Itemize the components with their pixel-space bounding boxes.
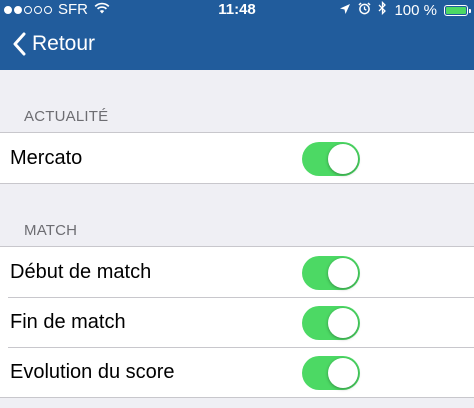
navigation-bar: Retour bbox=[0, 20, 474, 70]
setting-row-fin-de-match: Fin de match bbox=[0, 297, 474, 347]
section-header-actualite: ACTUALITÉ bbox=[24, 108, 109, 125]
back-button-label: Retour bbox=[32, 32, 96, 55]
toggle-knob bbox=[328, 144, 358, 174]
fin-de-match-toggle[interactable] bbox=[302, 306, 360, 340]
toggle-knob bbox=[328, 258, 358, 288]
signal-dot bbox=[44, 5, 52, 14]
battery-percent: 100 % bbox=[394, 1, 437, 19]
back-button[interactable]: Retour bbox=[12, 32, 95, 56]
debut-de-match-toggle[interactable] bbox=[302, 256, 360, 290]
setting-label: Fin de match bbox=[10, 311, 126, 333]
settings-screen: SFR 11:48 100 % Retour ACTUALITÉ Mercato… bbox=[0, 0, 474, 408]
evolution-du-score-toggle[interactable] bbox=[302, 356, 360, 390]
section-header-match: MATCH bbox=[24, 222, 78, 239]
wifi-icon bbox=[94, 1, 110, 18]
status-bar: SFR 11:48 100 % bbox=[0, 0, 474, 20]
signal-dot bbox=[24, 5, 32, 14]
bluetooth-icon bbox=[378, 0, 387, 19]
toggle-knob bbox=[328, 358, 358, 388]
battery-icon bbox=[444, 4, 471, 16]
status-bar-right: 100 % bbox=[339, 0, 471, 19]
settings-group-actualite: Mercato bbox=[0, 132, 474, 184]
setting-row-debut-de-match: Début de match bbox=[0, 247, 474, 297]
signal-dot bbox=[34, 5, 42, 14]
carrier-name: SFR bbox=[58, 1, 88, 18]
setting-row-mercato: Mercato bbox=[0, 133, 474, 183]
mercato-toggle[interactable] bbox=[302, 142, 360, 176]
battery-fill bbox=[446, 6, 466, 14]
setting-label: Evolution du score bbox=[10, 361, 175, 383]
setting-row-evolution-du-score: Evolution du score bbox=[0, 347, 474, 397]
setting-label: Début de match bbox=[10, 261, 152, 283]
signal-strength-icon bbox=[4, 5, 52, 14]
chevron-left-icon bbox=[13, 32, 26, 56]
setting-label: Mercato bbox=[10, 147, 83, 169]
settings-group-match: Début de match Fin de match Evolution du… bbox=[0, 246, 474, 398]
status-bar-left: SFR bbox=[4, 1, 110, 18]
signal-dot bbox=[4, 5, 12, 14]
signal-dot bbox=[14, 5, 22, 14]
toggle-knob bbox=[328, 308, 358, 338]
battery-nub bbox=[469, 8, 471, 13]
alarm-icon bbox=[358, 1, 371, 19]
location-arrow-icon bbox=[339, 2, 351, 19]
